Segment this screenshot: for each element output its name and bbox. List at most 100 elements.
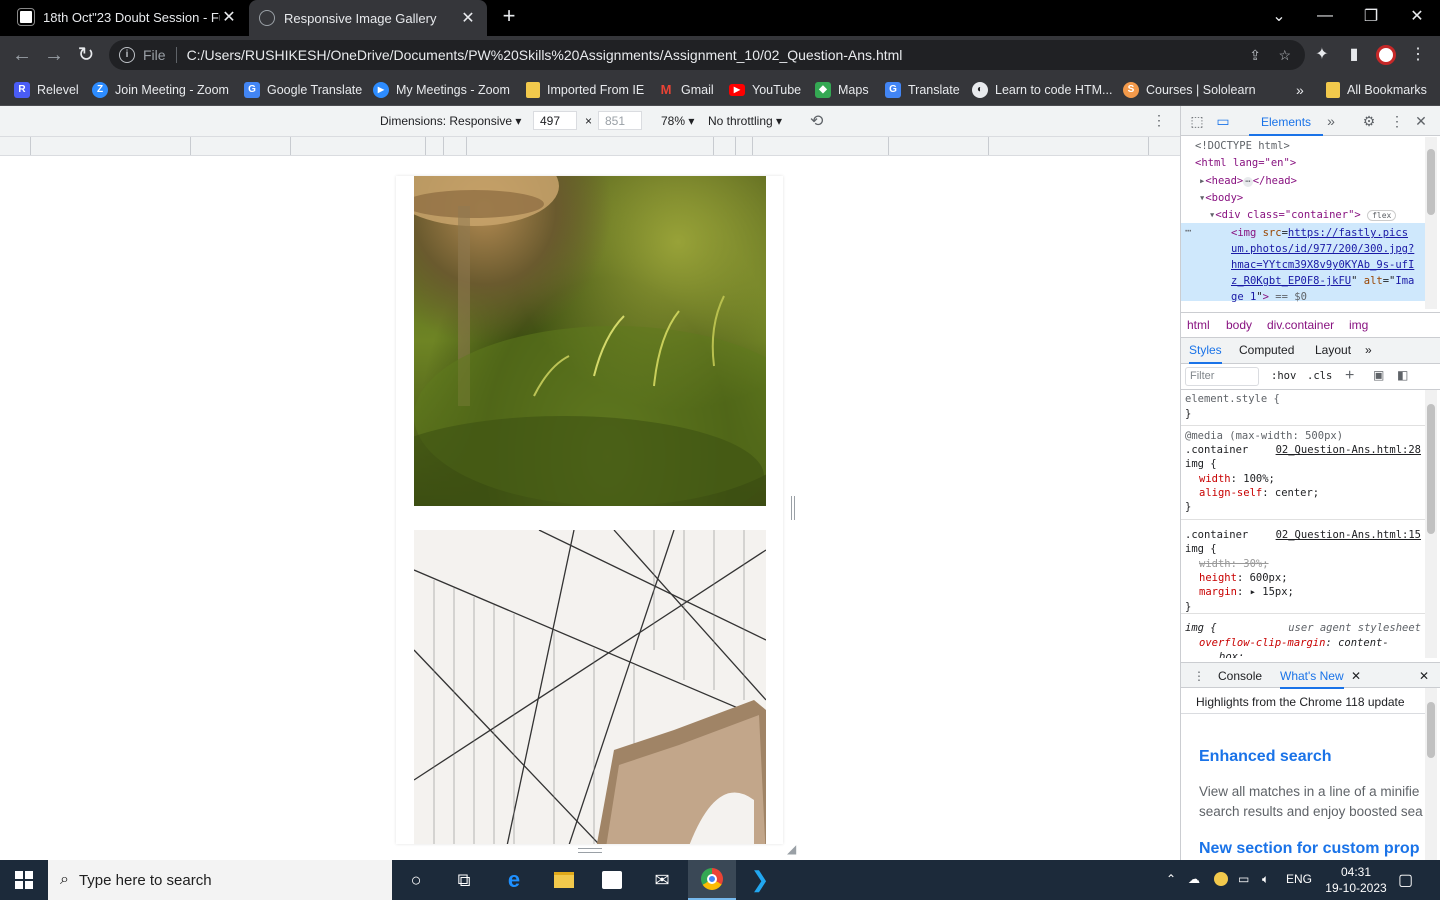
source-link[interactable]: 02_Question-Ans.html:28 — [1276, 443, 1421, 458]
property-value[interactable]: 100%; — [1243, 473, 1275, 485]
hov-toggle[interactable]: :hov — [1271, 370, 1296, 382]
side-panel-icon[interactable]: ▮ — [1344, 45, 1364, 65]
expand-triangle-icon[interactable]: ▸ — [1250, 586, 1256, 598]
head-node[interactable]: ▸<head> ⋯ </head> — [1199, 173, 1440, 191]
bookmark-youtube[interactable]: ▶ YouTube — [729, 80, 801, 100]
task-view-icon[interactable]: ⧉ — [440, 860, 488, 900]
width-input[interactable]: 497 — [533, 111, 577, 130]
sidebar-toggle-icon[interactable]: ◧ — [1397, 368, 1408, 382]
cortana-icon[interactable]: ○ — [392, 860, 440, 900]
weather-icon[interactable]: ☁ — [1188, 872, 1200, 886]
mail-icon[interactable]: ✉ — [638, 860, 686, 900]
styles-pane[interactable]: element.style { } @media (max-width: 500… — [1181, 390, 1440, 658]
bookmark-sololearn[interactable]: S Courses | Sololearn — [1123, 80, 1256, 100]
property-value[interactable]: center; — [1275, 487, 1319, 499]
url-text[interactable]: C:/Users/RUSHIKESH/OneDrive/Documents/PW… — [187, 47, 903, 63]
device-toggle-icon[interactable]: ▭ — [1215, 113, 1231, 129]
new-tab-button[interactable]: + — [490, 0, 528, 32]
flex-badge[interactable]: flex — [1367, 210, 1397, 221]
breadcrumb-container[interactable]: div.container — [1267, 318, 1334, 332]
edge-icon[interactable]: e — [490, 860, 538, 900]
tray-overflow-icon[interactable]: ⌃ — [1166, 872, 1176, 886]
bookmark-translate[interactable]: G Translate — [885, 80, 960, 100]
rotate-icon[interactable]: ⟲ — [810, 111, 823, 131]
source-link[interactable]: 02_Question-Ans.html:15 — [1276, 528, 1421, 543]
property-value[interactable]: 600px; — [1250, 572, 1288, 584]
img-src-link[interactable]: z_R0Kgbt_EP0F8-jkFU — [1231, 275, 1351, 287]
bookmark-google-translate[interactable]: G Google Translate — [244, 80, 362, 100]
bookmark-my-meetings-zoom[interactable]: ▶ My Meetings - Zoom — [373, 80, 510, 100]
back-arrow-icon[interactable]: ← — [10, 43, 34, 67]
body-node[interactable]: ▾<body> — [1199, 190, 1440, 207]
styles-filter-input[interactable]: Filter — [1185, 367, 1259, 386]
bookmarks-overflow-button[interactable]: » — [1296, 80, 1304, 100]
breadcrumb-body[interactable]: body — [1226, 318, 1252, 332]
img-src-link[interactable]: um.photos/id/977/200/300.jpg? — [1231, 241, 1414, 258]
tab-whats-new[interactable]: What's New — [1280, 669, 1344, 689]
bookmark-join-meeting-zoom[interactable]: Z Join Meeting - Zoom — [92, 80, 229, 100]
bookmark-gmail[interactable]: M Gmail — [658, 80, 714, 100]
tab-layout[interactable]: Layout — [1315, 343, 1351, 357]
property-name[interactable]: align-self — [1199, 487, 1262, 499]
property-value[interactable]: 15px; — [1262, 586, 1294, 598]
dimensions-dropdown[interactable]: Dimensions: Responsive ▾ — [380, 114, 521, 128]
action-center-icon[interactable]: ▢ — [1398, 870, 1413, 890]
img-src-link[interactable]: https://fastly.pics — [1288, 227, 1408, 239]
all-bookmarks-button[interactable]: All Bookmarks — [1326, 80, 1427, 100]
bottom-resize-handle[interactable] — [578, 848, 602, 853]
vscode-icon[interactable]: ❯ — [736, 860, 784, 900]
close-icon[interactable]: ✕ — [1351, 669, 1361, 683]
menu-kebab-icon[interactable]: ⋮ — [1408, 45, 1428, 65]
zoom-dropdown[interactable]: 78% ▾ — [661, 114, 694, 128]
tab-console[interactable]: Console — [1218, 669, 1262, 683]
share-icon[interactable]: ⇪ — [1249, 47, 1261, 64]
star-icon[interactable]: ☆ — [1278, 47, 1291, 64]
close-icon[interactable]: ✕ — [459, 8, 477, 28]
store-icon[interactable] — [588, 860, 636, 900]
info-icon[interactable]: i — [119, 47, 135, 63]
breadcrumb-html[interactable]: html — [1187, 318, 1210, 332]
whats-new-heading[interactable]: Enhanced search — [1199, 748, 1332, 766]
html-node[interactable]: <html lang="en"> — [1195, 155, 1439, 172]
styles-scrollbar[interactable] — [1425, 390, 1437, 658]
breadcrumb-img[interactable]: img — [1349, 318, 1368, 332]
cls-toggle[interactable]: .cls — [1307, 370, 1332, 382]
bookmark-relevel[interactable]: R Relevel — [14, 80, 79, 100]
clock[interactable]: 04:31 19-10-2023 — [1324, 864, 1388, 896]
close-icon[interactable]: ✕ — [220, 7, 238, 27]
more-options-icon[interactable]: ⋮ — [1152, 112, 1166, 129]
window-close-button[interactable]: ✕ — [1394, 0, 1440, 32]
close-devtools-icon[interactable]: ✕ — [1413, 113, 1429, 129]
tab-responsive-gallery[interactable]: Responsive Image Gallery ✕ — [249, 0, 487, 36]
throttling-dropdown[interactable]: No throttling ▾ — [708, 114, 782, 128]
whats-new-heading[interactable]: New section for custom prop — [1199, 840, 1425, 858]
volume-icon[interactable]: 🔈︎ — [1262, 872, 1269, 887]
bookmark-maps[interactable]: ◆ Maps — [815, 80, 869, 100]
more-tabs-icon[interactable]: » — [1365, 343, 1372, 357]
property-name[interactable]: margin — [1199, 586, 1237, 598]
more-tabs-icon[interactable]: » — [1323, 113, 1339, 129]
dom-scrollbar[interactable] — [1425, 137, 1437, 309]
minimize-button[interactable]: — — [1302, 0, 1348, 32]
img-node-selected[interactable]: ⋯ <img src=https://fastly.pics um.photos… — [1181, 223, 1425, 303]
windows-start-button[interactable] — [0, 860, 48, 900]
whats-new-scrollbar[interactable] — [1425, 688, 1437, 860]
property-name[interactable]: height — [1199, 572, 1237, 584]
kebab-menu-icon[interactable]: ⋮ — [1389, 113, 1405, 129]
address-bar[interactable]: i File C:/Users/RUSHIKESH/OneDrive/Docum… — [109, 40, 1305, 70]
language-indicator[interactable]: ENG — [1286, 872, 1312, 886]
media-query-ruler[interactable] — [0, 136, 1180, 156]
file-explorer-icon[interactable] — [540, 860, 588, 900]
drawer-menu-icon[interactable]: ⋮ — [1193, 669, 1205, 683]
corner-resize-handle[interactable]: ◢ — [787, 842, 796, 856]
tab-computed[interactable]: Computed — [1239, 343, 1294, 357]
height-input[interactable]: 851 — [598, 111, 642, 130]
dom-tree[interactable]: <!DOCTYPE html> <html lang="en"> ▸<head>… — [1181, 137, 1440, 309]
extensions-icon[interactable]: ✦ — [1312, 45, 1332, 65]
tab-elements[interactable]: Elements — [1249, 106, 1324, 136]
taskbar-search[interactable]: ⌕ Type here to search — [48, 860, 392, 900]
tab-doubt-session[interactable]: 18th Oct"23 Doubt Session - Full ✕ — [8, 0, 248, 34]
inspect-element-icon[interactable]: ⬚ — [1189, 113, 1205, 129]
overridden-property[interactable]: width: 30%; — [1199, 557, 1269, 572]
reload-icon[interactable]: ↻ — [74, 43, 98, 67]
